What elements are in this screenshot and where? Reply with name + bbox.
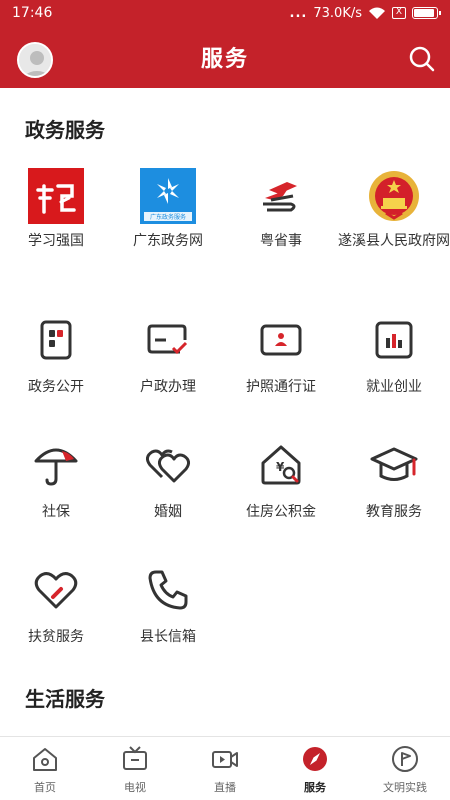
tab-civilization[interactable]: 文明实践 bbox=[360, 737, 450, 800]
service-label: 就业创业 bbox=[366, 379, 422, 395]
graduation-cap-icon bbox=[364, 435, 424, 495]
housing-fund-icon: ¥ bbox=[251, 435, 311, 495]
sim-icon: X bbox=[392, 7, 406, 19]
service-marriage[interactable]: 婚姻 bbox=[112, 435, 224, 521]
tab-label: 电视 bbox=[124, 781, 146, 794]
service-county-mailbox[interactable]: 县长信箱 bbox=[112, 560, 224, 646]
service-passport[interactable]: 护照通行证 bbox=[225, 310, 337, 396]
flag-icon bbox=[392, 746, 418, 772]
umbrella-icon bbox=[26, 435, 86, 495]
status-bar: 17:46 ... 73.0K/s X bbox=[0, 0, 450, 26]
service-housing-fund[interactable]: ¥ 住房公积金 bbox=[225, 435, 337, 521]
bottom-tab-bar: 首页 电视 直播 服务 文明实践 bbox=[0, 736, 450, 800]
avatar-icon bbox=[19, 44, 51, 76]
search-icon[interactable] bbox=[408, 45, 436, 73]
service-label: 婚姻 bbox=[154, 504, 182, 520]
service-label: 政务公开 bbox=[28, 379, 84, 395]
service-label: 县长信箱 bbox=[140, 629, 196, 645]
service-label: 户政办理 bbox=[140, 379, 196, 395]
compass-icon bbox=[303, 747, 327, 771]
gov-disclosure-icon bbox=[26, 310, 86, 370]
service-employment[interactable]: 就业创业 bbox=[338, 310, 450, 396]
tab-tv[interactable]: 电视 bbox=[90, 737, 180, 800]
section-title-gov: 政务服务 bbox=[25, 118, 105, 142]
service-label: 护照通行证 bbox=[246, 379, 316, 395]
service-content[interactable]: 政务服务 学习强国 广东政务服务 广东政务网 粤省事 遂溪县人民政府网 政务公开… bbox=[0, 88, 450, 736]
hearts-icon bbox=[138, 435, 198, 495]
phone-icon bbox=[138, 560, 198, 620]
tab-label: 首页 bbox=[34, 781, 56, 794]
status-time: 17:46 bbox=[12, 5, 53, 21]
home-icon bbox=[33, 748, 57, 771]
tab-label: 直播 bbox=[214, 781, 236, 794]
app-label: 学习强国 bbox=[28, 233, 84, 249]
tab-service[interactable]: 服务 bbox=[270, 737, 360, 800]
service-label: 社保 bbox=[42, 504, 70, 520]
service-label: 扶贫服务 bbox=[28, 629, 84, 645]
yueshengshi-logo bbox=[253, 168, 309, 224]
service-poverty-relief[interactable]: 扶贫服务 bbox=[0, 560, 112, 646]
xuexi-logo bbox=[28, 168, 84, 224]
service-education[interactable]: 教育服务 bbox=[338, 435, 450, 521]
guangdong-gov-logo: 广东政务服务 bbox=[140, 168, 196, 224]
wifi-icon bbox=[369, 7, 385, 19]
tab-live[interactable]: 直播 bbox=[180, 737, 270, 800]
notification-dots: ... bbox=[289, 5, 308, 21]
tab-label: 文明实践 bbox=[383, 781, 427, 794]
service-gov-disclosure[interactable]: 政务公开 bbox=[0, 310, 112, 396]
service-household[interactable]: 户政办理 bbox=[112, 310, 224, 396]
app-label: 遂溪县人民政府网 bbox=[338, 233, 450, 249]
tab-label: 服务 bbox=[304, 781, 326, 794]
national-emblem bbox=[366, 168, 422, 224]
avatar[interactable] bbox=[17, 42, 53, 78]
app-xuexi[interactable]: 学习强国 bbox=[0, 168, 112, 250]
service-label: 教育服务 bbox=[366, 504, 422, 520]
page-title: 服务 bbox=[200, 47, 249, 72]
guangdong-logo-caption: 广东政务服务 bbox=[150, 213, 186, 221]
app-yueshengshi[interactable]: 粤省事 bbox=[225, 168, 337, 250]
household-icon bbox=[138, 310, 198, 370]
tv-icon bbox=[123, 746, 147, 770]
app-label: 粤省事 bbox=[260, 233, 302, 249]
employment-icon bbox=[364, 310, 424, 370]
tab-home[interactable]: 首页 bbox=[0, 737, 90, 800]
passport-icon bbox=[251, 310, 311, 370]
app-label: 广东政务网 bbox=[133, 233, 203, 249]
app-header: 服务 bbox=[0, 26, 450, 88]
service-social-security[interactable]: 社保 bbox=[0, 435, 112, 521]
app-suixi-gov[interactable]: 遂溪县人民政府网 bbox=[338, 168, 450, 250]
service-label: 住房公积金 bbox=[246, 504, 316, 520]
live-video-icon bbox=[212, 751, 238, 768]
section-title-life: 生活服务 bbox=[25, 687, 105, 711]
battery-icon bbox=[412, 7, 441, 19]
app-guangdong-gov[interactable]: 广东政务服务 广东政务网 bbox=[112, 168, 224, 250]
heart-icon bbox=[26, 560, 86, 620]
network-speed: 73.0K/s bbox=[313, 5, 362, 21]
